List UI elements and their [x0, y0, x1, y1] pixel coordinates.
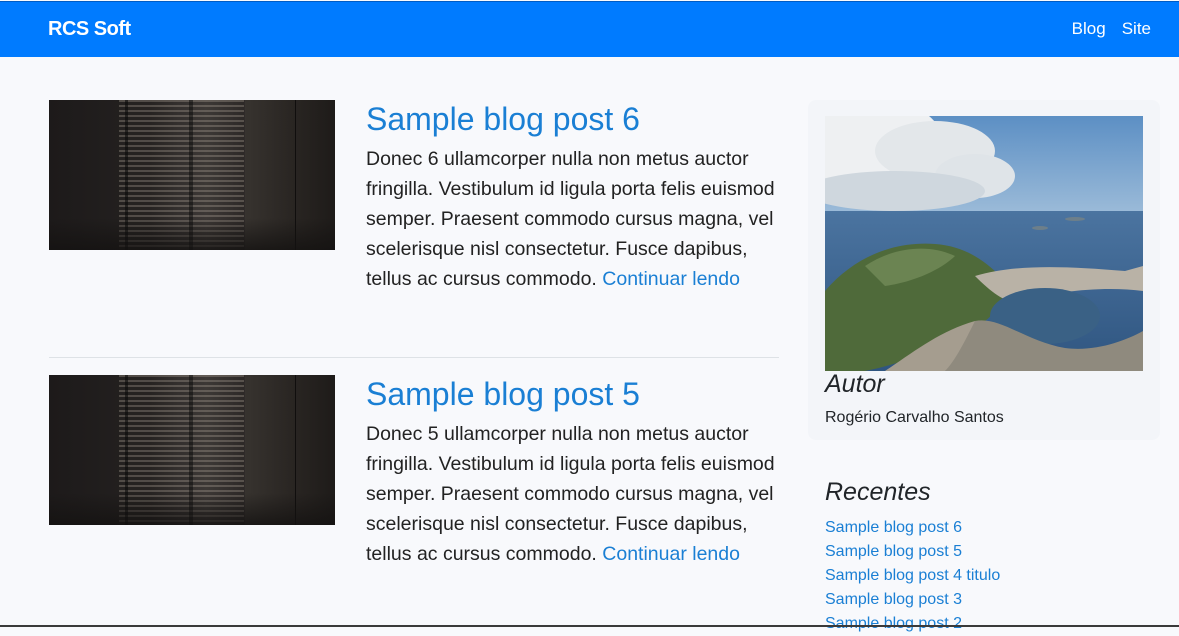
post-title[interactable]: Sample blog post 6	[366, 100, 786, 138]
recent-post-link[interactable]: Sample blog post 2	[825, 612, 1000, 636]
shadow-shape	[49, 218, 335, 250]
post-excerpt: Donec 5 ullamcorper nulla non metus auct…	[366, 419, 786, 569]
recent-post-link[interactable]: Sample blog post 6	[825, 516, 1000, 540]
recent-posts-list: Sample blog post 6 Sample blog post 5 Sa…	[825, 516, 1000, 636]
nav-links: Blog Site	[1072, 19, 1151, 39]
post-title[interactable]: Sample blog post 5	[366, 375, 786, 413]
recent-title: Recentes	[825, 478, 931, 506]
post-divider	[49, 357, 779, 358]
post-excerpt: Donec 6 ullamcorper nulla non metus auct…	[366, 144, 786, 294]
post-thumbnail[interactable]	[49, 100, 335, 250]
post-body: Sample blog post 5 Donec 5 ullamcorper n…	[366, 375, 786, 569]
shadow-shape	[49, 493, 335, 525]
author-name: Rogério Carvalho Santos	[825, 409, 1004, 426]
author-photo	[825, 116, 1143, 371]
recent-post-link[interactable]: Sample blog post 4 titulo	[825, 564, 1000, 588]
navbar: RCS Soft Blog Site	[0, 1, 1179, 57]
about-title: Autor	[825, 370, 885, 398]
post-body: Sample blog post 6 Donec 6 ullamcorper n…	[366, 100, 786, 294]
read-more-link[interactable]: Continuar lendo	[602, 543, 740, 565]
island-shape	[1065, 217, 1085, 221]
nav-link-site[interactable]: Site	[1122, 19, 1151, 39]
post-thumbnail[interactable]	[49, 375, 335, 525]
recent-post-link[interactable]: Sample blog post 3	[825, 588, 1000, 612]
nav-link-blog[interactable]: Blog	[1072, 19, 1106, 39]
rio-aerial-image	[825, 116, 1143, 371]
read-more-link[interactable]: Continuar lendo	[602, 268, 740, 290]
brand-logo[interactable]: RCS Soft	[48, 18, 131, 41]
island-shape	[1032, 226, 1048, 230]
recent-post-link[interactable]: Sample blog post 5	[825, 540, 1000, 564]
